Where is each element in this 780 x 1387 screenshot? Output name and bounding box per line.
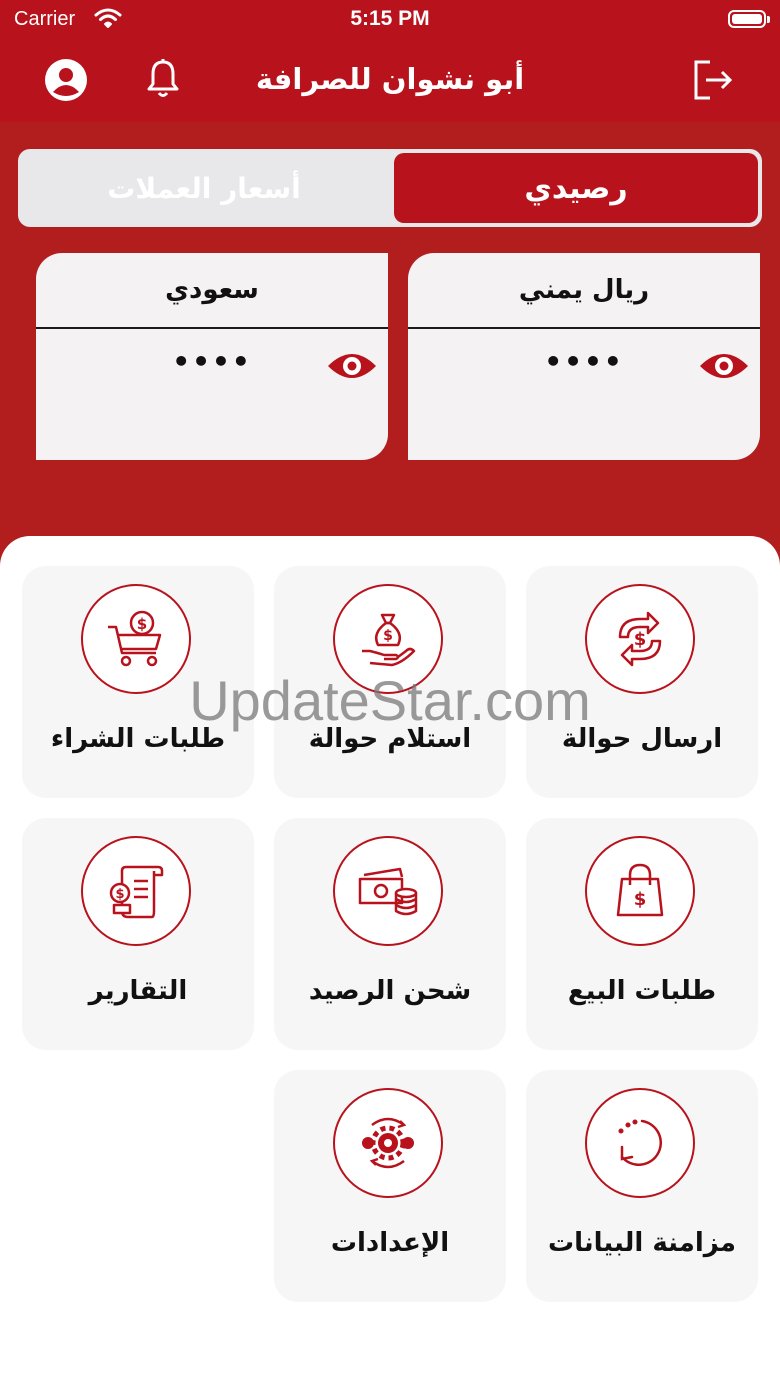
menu-label: الإعدادات: [330, 1228, 450, 1258]
shopping-bag-icon: $: [585, 836, 695, 946]
svg-text:$: $: [383, 628, 393, 644]
eye-icon[interactable]: [326, 348, 378, 388]
page-title: أبو نشوان للصرافة: [255, 62, 525, 96]
menu-purchase-requests[interactable]: $ طلبات الشراء: [22, 566, 254, 798]
menu-label: التقارير: [88, 976, 188, 1006]
money-transfer-icon: $: [585, 584, 695, 694]
menu-label: طلبات الشراء: [50, 724, 226, 754]
svg-text:$: $: [634, 889, 647, 910]
receive-money-icon: $: [333, 584, 443, 694]
menu-send-transfer[interactable]: $ ارسال حوالة: [526, 566, 758, 798]
menu-settings[interactable]: الإعدادات: [274, 1070, 506, 1302]
logout-icon[interactable]: [692, 58, 736, 106]
settings-gears-icon: [333, 1088, 443, 1198]
balance-currency: ريال يمني: [408, 253, 760, 329]
menu-label: شحن الرصيد: [308, 976, 472, 1006]
menu-label: طلبات البيع: [567, 976, 717, 1006]
svg-text:$: $: [137, 615, 147, 633]
menu-data-sync[interactable]: مزامنة البيانات: [526, 1070, 758, 1302]
status-time: 5:15 PM: [350, 7, 430, 30]
menu-reports[interactable]: $ التقارير: [22, 818, 254, 1050]
menu-sale-requests[interactable]: $ طلبات البيع: [526, 818, 758, 1050]
battery-icon: [728, 10, 770, 28]
cash-coins-icon: [333, 836, 443, 946]
menu-label: ارسال حوالة: [561, 724, 723, 754]
status-bar: Carrier 5:15 PM: [0, 0, 780, 42]
balance-card-sar: سعودي ••••: [36, 253, 388, 460]
menu-topup-balance[interactable]: شحن الرصيد: [274, 818, 506, 1050]
menu-label: استلام حوالة: [308, 724, 472, 754]
balance-currency: سعودي: [36, 253, 388, 329]
balance-tabs: أسعار العملات رصيدي: [18, 149, 762, 227]
svg-text:$: $: [634, 629, 647, 650]
eye-icon[interactable]: [698, 348, 750, 388]
app-header: أبو نشوان للصرافة: [0, 42, 780, 122]
menu-receive-transfer[interactable]: $ استلام حوالة: [274, 566, 506, 798]
report-scroll-icon: $: [81, 836, 191, 946]
menu-label: مزامنة البيانات: [547, 1228, 737, 1258]
sync-icon: [585, 1088, 695, 1198]
shopping-cart-icon: $: [81, 584, 191, 694]
tab-my-balance[interactable]: رصيدي: [394, 153, 758, 223]
svg-text:$: $: [115, 887, 124, 902]
balance-card-yer: ريال يمني ••••: [408, 253, 760, 460]
tab-exchange-rates[interactable]: أسعار العملات: [18, 149, 390, 227]
